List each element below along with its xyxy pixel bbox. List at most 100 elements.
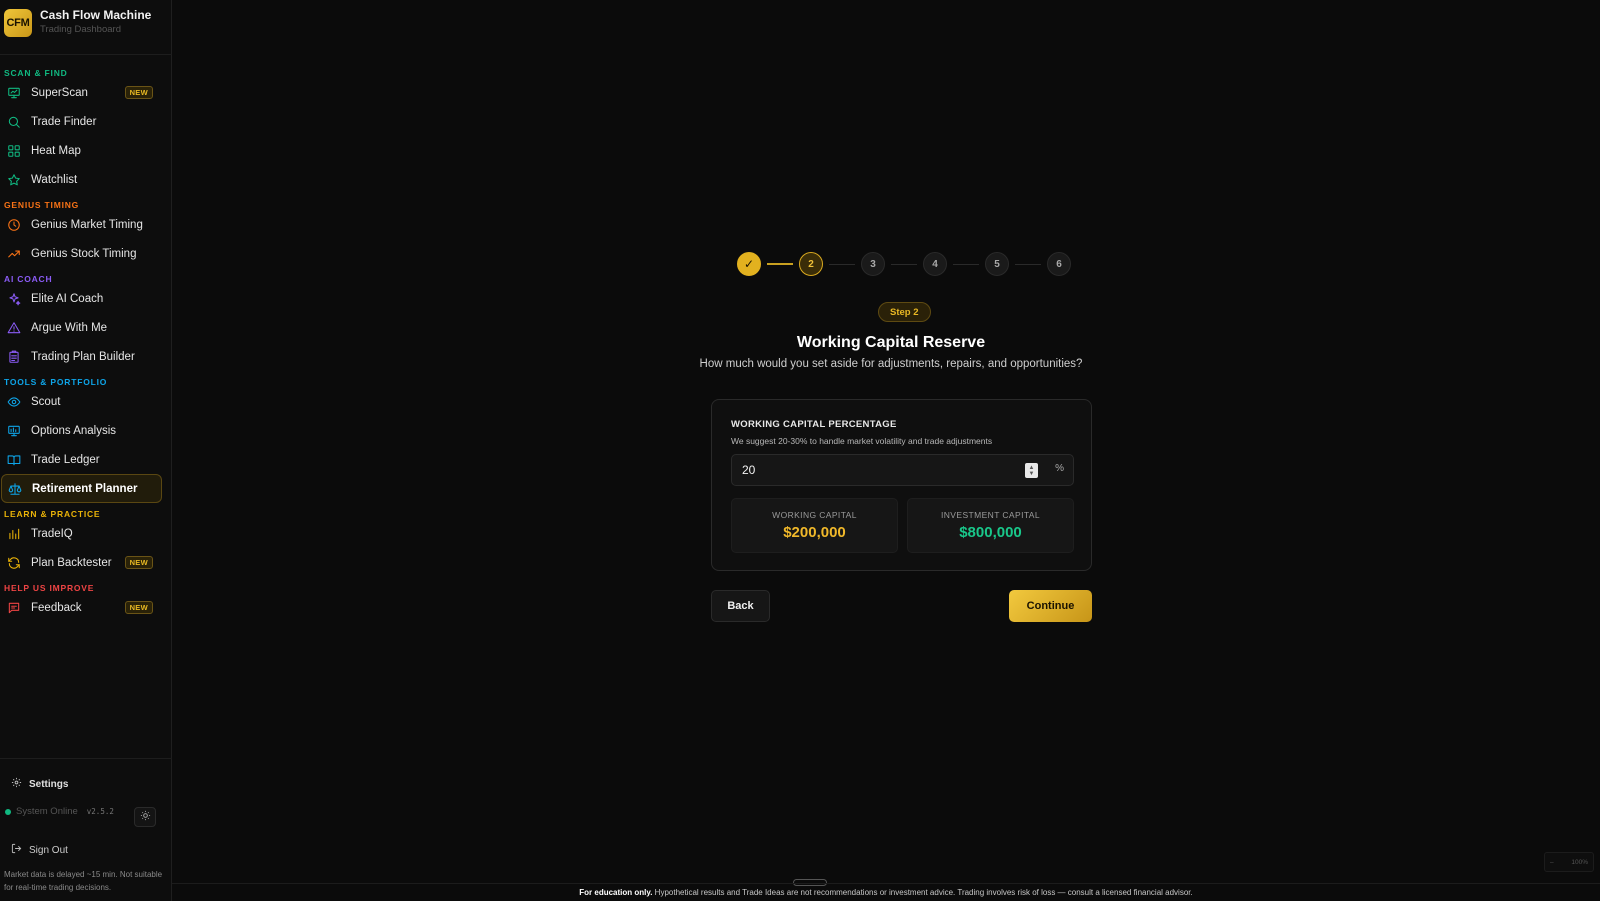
footer-disclaimer-bold: For education only. — [579, 888, 653, 897]
sidebar-item-tradeiq[interactable]: TradeIQ — [0, 519, 172, 548]
sidebar-item-label: Trade Ledger — [31, 453, 100, 466]
wizard-stepper: ✓ 2 3 4 5 6 — [737, 252, 1071, 276]
section-header: TOOLS & PORTFOLIO — [4, 377, 108, 387]
section-header: GENIUS TIMING — [4, 200, 80, 210]
continue-button[interactable]: Continue — [1009, 590, 1092, 622]
section-header: SCAN & FIND — [4, 68, 68, 78]
page-title: Working Capital Reserve — [796, 334, 986, 351]
sidebar: CFM Cash Flow Machine Trading Dashboard … — [0, 0, 172, 901]
sidebar-item-label: Retirement Planner — [32, 482, 138, 495]
theme-toggle-button[interactable] — [134, 807, 156, 827]
page-subtitle: How much would you set aside for adjustm… — [699, 358, 1083, 370]
back-button[interactable]: Back — [711, 590, 770, 622]
sidebar-item-trade-ledger[interactable]: Trade Ledger — [0, 445, 172, 474]
brand-subtitle: Trading Dashboard — [40, 24, 121, 35]
investment-capital-value: $800,000 — [959, 524, 1022, 541]
sidebar-item-label: Genius Market Timing — [31, 218, 143, 231]
working-capital-card: WORKING CAPITAL PERCENTAGE We suggest 20… — [711, 399, 1092, 571]
settings-button[interactable]: Settings — [11, 777, 68, 791]
sidebar-item-trading-plan-builder[interactable]: Trading Plan Builder — [0, 342, 172, 371]
field-label: WORKING CAPITAL PERCENTAGE — [731, 419, 897, 430]
field-hint: We suggest 20-30% to handle market volat… — [731, 436, 993, 446]
step-badge: Step 2 — [878, 302, 931, 322]
sidebar-nav: SCAN & FIND SuperScan NEW Trade Finder Heat … — [0, 62, 172, 622]
step-connector — [829, 263, 855, 265]
sidebar-item-genius-stock-timing[interactable]: Genius Stock Timing — [0, 239, 172, 268]
footer-disclaimer: For education only. Hypothetical results… — [172, 883, 1600, 901]
sidebar-item-watchlist[interactable]: Watchlist — [0, 165, 172, 194]
working-capital-value: $200,000 — [783, 524, 846, 541]
new-badge: NEW — [124, 86, 153, 99]
sidebar-item-trade-finder[interactable]: Trade Finder — [0, 107, 172, 136]
sidebar-item-label: Watchlist — [31, 173, 78, 186]
brand-title: Cash Flow Machine — [40, 8, 152, 22]
sidebar-item-genius-market-timing[interactable]: Genius Market Timing — [0, 210, 172, 239]
divider — [0, 54, 172, 55]
sidebar-item-argue-with-me[interactable]: Argue With Me — [0, 313, 172, 342]
sidebar-item-label: Feedback — [31, 601, 82, 614]
chevron-down-icon: ▼ — [1028, 470, 1035, 477]
app-root: CFM Cash Flow Machine Trading Dashboard … — [0, 0, 1600, 901]
sign-out-label: Sign Out — [29, 844, 68, 856]
chart-monitor-icon — [7, 424, 21, 438]
clock-icon — [7, 218, 21, 232]
sidebar-item-label: Argue With Me — [31, 321, 108, 334]
sidebar-item-retirement-planner[interactable]: Retirement Planner — [1, 474, 162, 503]
step-1: ✓ — [737, 252, 761, 276]
new-badge: NEW — [124, 601, 153, 614]
grid-icon — [7, 144, 21, 158]
gear-icon — [11, 777, 22, 791]
step-connector — [891, 263, 917, 265]
sun-icon — [140, 808, 151, 826]
investment-capital-stat: INVESTMENT CAPITAL $800,000 — [907, 498, 1074, 553]
scale-icon — [8, 482, 22, 496]
step-5: 5 — [985, 252, 1009, 276]
bar-chart-icon — [7, 527, 21, 541]
sidebar-item-label: Trade Finder — [31, 115, 97, 128]
footer-disclaimer-text: Hypothetical results and Trade Ideas are… — [652, 888, 1193, 897]
sidebar-item-feedback[interactable]: Feedback NEW — [0, 593, 172, 622]
zoom-control[interactable]: – 100% — [1544, 852, 1594, 872]
percent-unit: % — [1055, 463, 1064, 474]
sidebar-item-label: Genius Stock Timing — [31, 247, 137, 260]
section-header: LEARN & PRACTICE — [4, 509, 101, 519]
clipboard-icon — [7, 350, 21, 364]
sidebar-item-label: Heat Map — [31, 144, 81, 157]
section-header: AI COACH — [4, 274, 53, 284]
number-stepper[interactable]: ▲ ▼ — [1025, 463, 1038, 478]
sidebar-item-superscan[interactable]: SuperScan NEW — [0, 78, 172, 107]
settings-label: Settings — [29, 778, 69, 790]
step-6: 6 — [1047, 252, 1071, 276]
sidebar-item-options-analysis[interactable]: Options Analysis — [0, 416, 172, 445]
sidebar-item-label: Options Analysis — [31, 424, 117, 437]
sidebar-footer: Settings System Online v2.5.2 Sign Out M… — [0, 758, 172, 892]
sidebar-item-label: SuperScan — [31, 86, 88, 99]
sidebar-item-elite-ai-coach[interactable]: Elite AI Coach — [0, 284, 172, 313]
search-icon — [7, 115, 21, 129]
sidebar-item-heat-map[interactable]: Heat Map — [0, 136, 172, 165]
star-icon — [7, 173, 21, 187]
sidebar-item-scout[interactable]: Scout — [0, 387, 172, 416]
logout-icon — [11, 843, 22, 857]
status-text: System Online — [16, 806, 78, 817]
step-3: 3 — [861, 252, 885, 276]
zoom-out-button[interactable]: – — [1550, 859, 1554, 866]
brand[interactable]: CFM Cash Flow Machine Trading Dashboard — [4, 8, 151, 37]
step-4: 4 — [923, 252, 947, 276]
sidebar-item-plan-backtester[interactable]: Plan Backtester NEW — [0, 548, 172, 577]
sidebar-item-label: Elite AI Coach — [31, 292, 104, 305]
sign-out-button[interactable]: Sign Out — [11, 843, 68, 857]
working-capital-percentage-input[interactable] — [732, 455, 1022, 485]
sidebar-disclaimer: Market data is delayed ~15 min. Not suit… — [4, 870, 163, 892]
zoom-level: 100% — [1571, 858, 1588, 866]
step-connector — [767, 263, 793, 265]
step-connector — [1015, 263, 1041, 265]
step-2: 2 — [799, 252, 823, 276]
working-capital-stat: WORKING CAPITAL $200,000 — [731, 498, 898, 553]
sidebar-item-label: TradeIQ — [31, 527, 73, 540]
working-capital-label: WORKING CAPITAL — [772, 510, 857, 520]
sparkles-icon — [7, 292, 21, 306]
main-content: ✓ 2 3 4 5 6 Step 2 Working Capital Reserve Ho… — [172, 0, 1600, 901]
monitor-icon — [7, 86, 21, 100]
investment-capital-label: INVESTMENT CAPITAL — [941, 510, 1040, 520]
